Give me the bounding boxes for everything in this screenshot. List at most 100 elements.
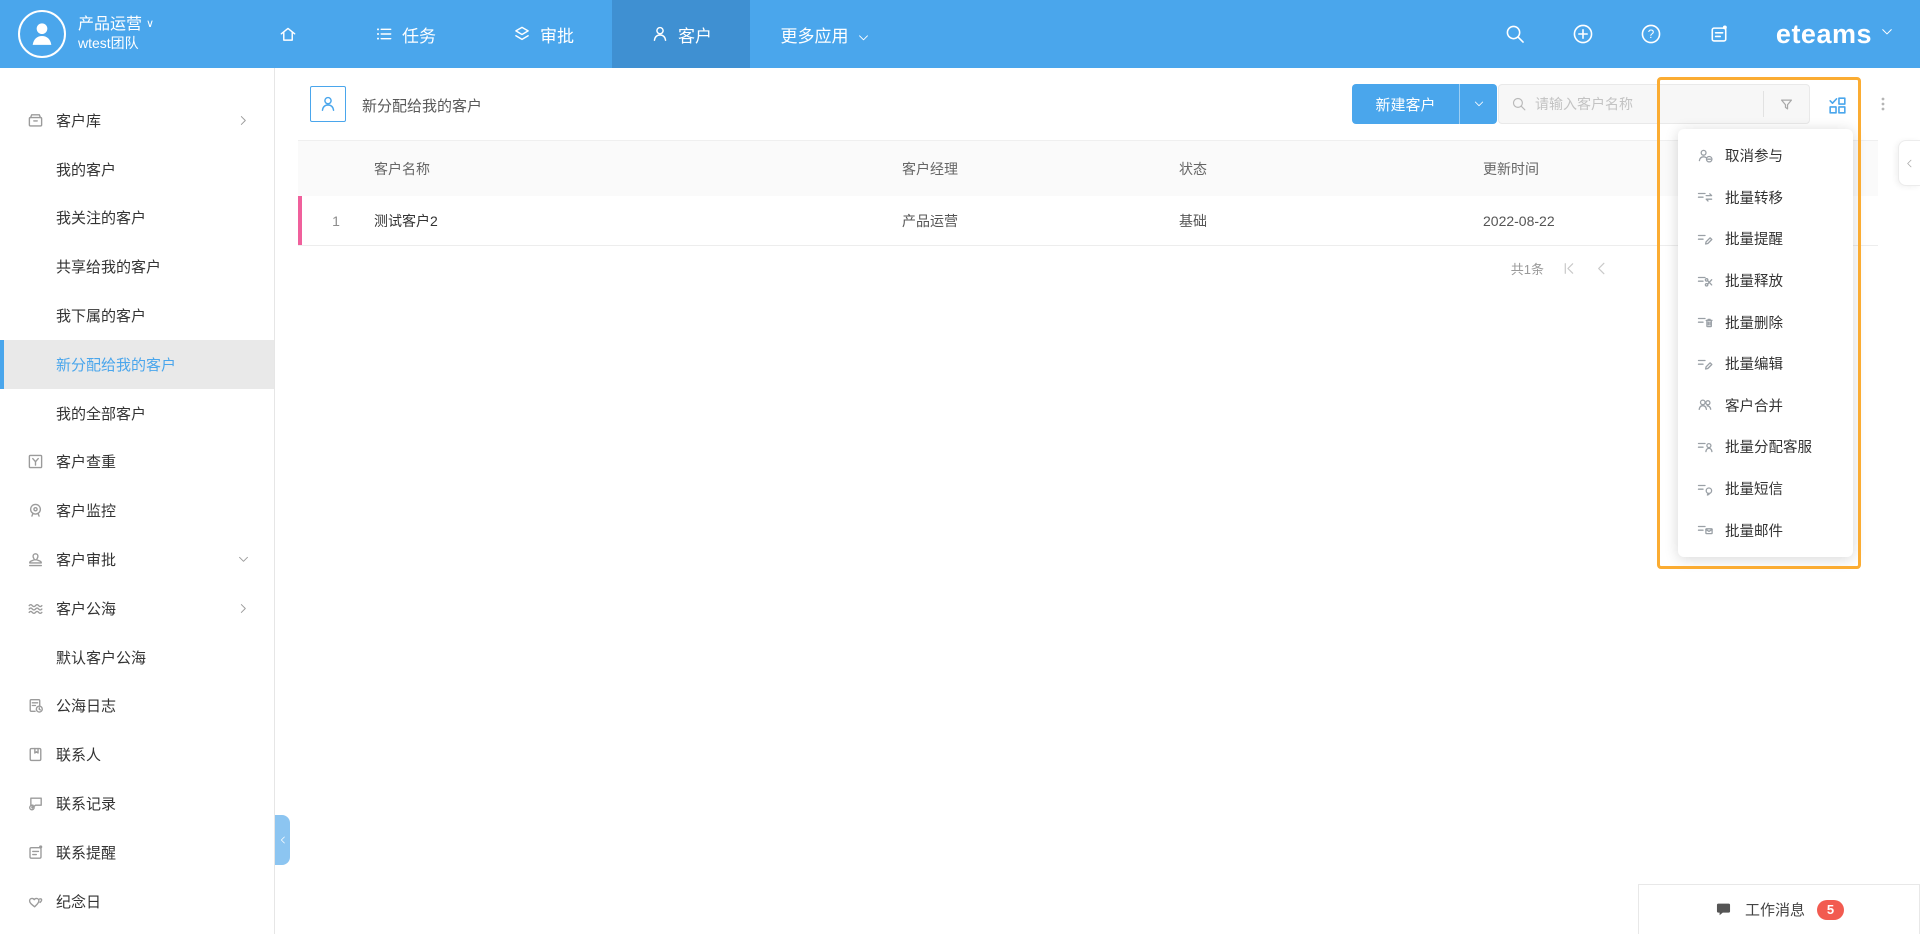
- batch-edit-icon: [1696, 355, 1714, 373]
- menu-item-label: 批量编辑: [1725, 353, 1783, 374]
- menu-item-batch-assign-service[interactable]: 批量分配客服: [1678, 426, 1853, 468]
- table-row[interactable]: 1测试客户2产品运营基础2022-08-22: [298, 196, 1878, 246]
- avatar[interactable]: [18, 10, 66, 58]
- sidebar-item-all-my-customers[interactable]: 我的全部客户: [0, 389, 274, 438]
- top-bar: 产品运营 ∨ wtest团队 任务 审批客户更多应用 ? eteams: [0, 0, 1920, 68]
- sidebar-item-contact-reminders[interactable]: 联系提醒: [0, 828, 274, 877]
- sidebar-item-contacts[interactable]: 联系人: [0, 730, 274, 779]
- sidebar-item-label: 联系记录: [56, 793, 116, 814]
- sidebar: 客户库我的客户我关注的客户共享给我的客户我下属的客户新分配给我的客户我的全部客户…: [0, 68, 275, 934]
- contact-book-icon: [26, 745, 45, 764]
- eteams-logo-text: eteams: [1776, 19, 1872, 50]
- topbar-right: ? eteams: [1504, 0, 1920, 68]
- chevron-down-icon: [857, 28, 870, 41]
- sidebar-item-followed-customers[interactable]: 我关注的客户: [0, 194, 274, 243]
- sidebar-item-label: 客户查重: [56, 451, 116, 472]
- team-name[interactable]: 产品运营 ∨: [78, 15, 154, 35]
- first-page-icon[interactable]: [1560, 260, 1577, 277]
- sidebar-item-customer-library[interactable]: 客户库: [0, 96, 274, 145]
- sidebar-item-customer-approval[interactable]: 客户审批: [0, 535, 274, 584]
- monitor-icon: [26, 501, 45, 520]
- sidebar-item-label: 我的全部客户: [56, 403, 146, 424]
- menu-item-batch-release[interactable]: 批量释放: [1678, 260, 1853, 302]
- sidebar-item-customer-monitoring[interactable]: 客户监控: [0, 486, 274, 535]
- sidebar-item-subordinate-customers[interactable]: 我下属的客户: [0, 291, 274, 340]
- plus-circle-icon[interactable]: [1572, 23, 1594, 45]
- search-icon: [1511, 96, 1527, 112]
- menu-item-batch-edit[interactable]: 批量编辑: [1678, 343, 1853, 385]
- menu-item-cancel-participation[interactable]: 取消参与: [1678, 135, 1853, 177]
- team-caret-icon: ∨: [146, 18, 154, 32]
- customer-search-input[interactable]: [1527, 96, 1763, 112]
- top-tab-customer[interactable]: 客户: [612, 0, 750, 68]
- menu-item-label: 批量删除: [1725, 312, 1783, 333]
- doc-dot-icon: [26, 843, 45, 862]
- customer-manager-cell: 产品运营: [902, 211, 1179, 231]
- top-tab-label: 任务: [402, 22, 436, 47]
- table-header-cell: 客户名称: [374, 159, 902, 179]
- new-customer-dropdown-button[interactable]: [1460, 84, 1497, 124]
- new-customer-button[interactable]: 新建客户: [1352, 84, 1460, 124]
- customer-name-cell[interactable]: 测试客户2: [374, 211, 902, 231]
- journal-icon[interactable]: [1708, 23, 1730, 45]
- batch-operations-button[interactable]: [1812, 82, 1861, 128]
- sidebar-list: 客户库我的客户我关注的客户共享给我的客户我下属的客户新分配给我的客户我的全部客户…: [0, 68, 274, 934]
- sidebar-item-contact-records[interactable]: 联系记录: [0, 779, 274, 828]
- sidebar-item-label: 联系人: [56, 744, 101, 765]
- sidebar-item-default-public-sea[interactable]: 默认客户公海: [0, 633, 274, 682]
- table-header-row: 客户名称客户经理状态更新时间: [298, 140, 1878, 196]
- search-icon[interactable]: [1504, 23, 1526, 45]
- pagination: 共1条: [298, 246, 1878, 290]
- right-panel-expander[interactable]: [1898, 140, 1920, 186]
- menu-item-batch-mail[interactable]: 批量邮件: [1678, 509, 1853, 551]
- customer-table: 客户名称客户经理状态更新时间 1测试客户2产品运营基础2022-08-22 共1…: [298, 140, 1878, 290]
- sidebar-item-sea-log[interactable]: 公海日志: [0, 682, 274, 731]
- eteams-logo[interactable]: eteams: [1776, 19, 1894, 50]
- doc-clock-icon: [26, 696, 45, 715]
- menu-item-label: 批量提醒: [1725, 228, 1783, 249]
- batch-edit-icon: [1696, 230, 1714, 248]
- batch-sms-icon: [1696, 480, 1714, 498]
- menu-item-batch-remind[interactable]: 批量提醒: [1678, 218, 1853, 260]
- new-customer-split-button: 新建客户: [1352, 84, 1497, 124]
- menu-item-customer-merge[interactable]: 客户合并: [1678, 385, 1853, 427]
- customer-search-box: [1498, 84, 1810, 124]
- more-options-icon[interactable]: [1872, 86, 1894, 122]
- sidebar-item-label: 新分配给我的客户: [56, 354, 176, 375]
- sidebar-item-newly-assigned-customers[interactable]: 新分配给我的客户: [0, 340, 274, 389]
- top-tab-home[interactable]: [240, 0, 336, 68]
- help-circle-icon[interactable]: ?: [1640, 23, 1662, 45]
- menu-item-batch-delete[interactable]: 批量删除: [1678, 301, 1853, 343]
- sidebar-item-customer-public-sea[interactable]: 客户公海: [0, 584, 274, 633]
- home-icon: [278, 24, 298, 44]
- row-number: 1: [298, 213, 374, 229]
- menu-item-label: 批量转移: [1725, 187, 1783, 208]
- work-messages-widget[interactable]: 工作消息 5: [1638, 884, 1920, 934]
- prev-page-icon[interactable]: [1593, 260, 1610, 277]
- work-messages-label: 工作消息: [1745, 899, 1805, 920]
- menu-item-batch-transfer[interactable]: 批量转移: [1678, 177, 1853, 219]
- batch-mail-icon: [1696, 521, 1714, 539]
- sidebar-item-label: 公海日志: [56, 695, 116, 716]
- filter-icon[interactable]: [1763, 91, 1809, 117]
- menu-item-batch-sms[interactable]: 批量短信: [1678, 468, 1853, 510]
- sidebar-item-customer-dedupe[interactable]: 客户查重: [0, 438, 274, 487]
- sidebar-item-my-customers[interactable]: 我的客户: [0, 145, 274, 194]
- chevron-right-icon: [237, 602, 250, 615]
- sidebar-collapse-handle[interactable]: [275, 815, 290, 865]
- menu-item-label: 批量释放: [1725, 270, 1783, 291]
- sidebar-item-statistics[interactable]: 统计报表: [0, 926, 274, 934]
- hearts-icon: [26, 892, 45, 911]
- menu-item-label: 批量分配客服: [1725, 436, 1812, 457]
- top-tab-approval[interactable]: 审批: [474, 0, 612, 68]
- sidebar-item-shared-customers[interactable]: 共享给我的客户: [0, 242, 274, 291]
- sidebar-item-label: 客户监控: [56, 500, 116, 521]
- pagination-total: 共1条: [1511, 259, 1544, 278]
- top-tab-tasks[interactable]: 任务: [336, 0, 474, 68]
- top-tab-more-apps[interactable]: 更多应用: [750, 0, 900, 68]
- batch-release-icon: [1696, 272, 1714, 290]
- account-area[interactable]: 产品运营 ∨ wtest团队: [0, 0, 240, 68]
- sidebar-item-label: 联系提醒: [56, 842, 116, 863]
- status-cell: 基础: [1179, 211, 1483, 231]
- sidebar-item-anniversary[interactable]: 纪念日: [0, 877, 274, 926]
